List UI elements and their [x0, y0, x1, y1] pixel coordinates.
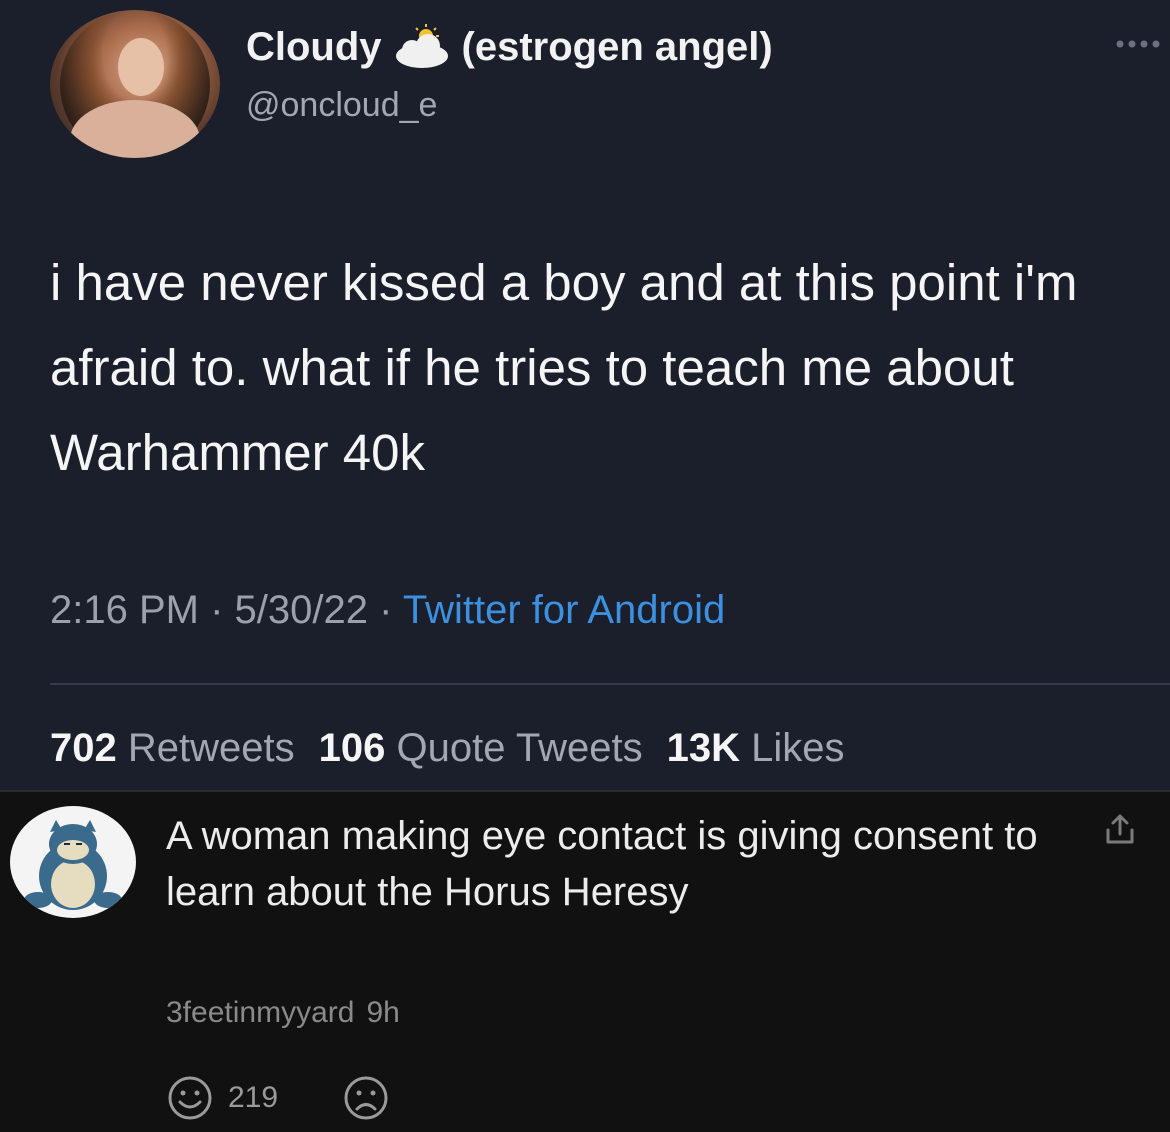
display-name-row[interactable]: Cloudy (estrogen angel): [246, 24, 773, 70]
retweets-stat[interactable]: 702 Retweets: [50, 726, 295, 770]
tweet-time[interactable]: 2:16 PM: [50, 588, 199, 632]
commenter-avatar[interactable]: [10, 806, 136, 918]
meta-separator: ·: [210, 588, 235, 632]
smile-icon[interactable]: [166, 1074, 214, 1122]
avatar-face: [118, 38, 164, 96]
comment-age: 9h: [366, 996, 400, 1029]
user-avatar[interactable]: [50, 10, 220, 158]
likes-count: 13K: [666, 726, 740, 770]
divider: [50, 683, 1170, 685]
sun-behind-cloud-icon: [392, 24, 452, 70]
upvote-count: 219: [228, 1081, 279, 1114]
display-name-suffix: (estrogen angel): [461, 24, 773, 69]
quotes-count: 106: [318, 726, 386, 770]
tweet-meta: 2:16 PM · 5/30/22 · Twitter for Android: [50, 588, 725, 633]
vote-row: 219: [166, 1074, 390, 1122]
meta-separator: ·: [379, 588, 403, 632]
comment-meta: 3feetinmyyard 9h: [166, 996, 400, 1030]
quotes-label: Quote Tweets: [396, 726, 643, 770]
tweet-date[interactable]: 5/30/22: [235, 588, 368, 632]
tweet-text: i have never kissed a boy and at this po…: [50, 254, 1078, 481]
tweet-stats: 702 Retweets 106 Quote Tweets 13K Likes: [50, 726, 844, 771]
retweets-label: Retweets: [127, 726, 295, 770]
tweet-source[interactable]: Twitter for Android: [403, 588, 725, 632]
display-name[interactable]: Cloudy: [246, 25, 382, 70]
quotes-stat[interactable]: 106 Quote Tweets: [319, 726, 643, 770]
upload-icon[interactable]: [1100, 810, 1140, 850]
user-handle[interactable]: @oncloud_e: [246, 86, 437, 125]
likes-stat[interactable]: 13K Likes: [667, 726, 845, 770]
frown-icon[interactable]: [342, 1074, 390, 1122]
more-options-icon[interactable]: [1112, 34, 1162, 54]
comment-username[interactable]: 3feetinmyyard: [166, 996, 354, 1029]
retweets-count: 702: [50, 726, 117, 770]
likes-label: Likes: [751, 726, 845, 770]
comment-text: A woman making eye contact is giving con…: [166, 814, 1038, 914]
